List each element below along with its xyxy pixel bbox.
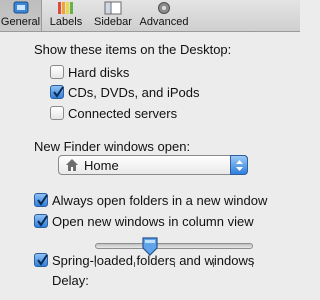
home-icon xyxy=(66,159,78,171)
tab-advanced[interactable]: Advanced xyxy=(138,0,190,31)
delay-label: Delay: xyxy=(52,273,89,288)
tab-general-label: General xyxy=(0,16,41,28)
column-view-label: Open new windows in column view xyxy=(52,214,254,229)
slider-tick xyxy=(95,262,96,267)
checkmark-icon xyxy=(37,215,48,227)
delay-slider-track[interactable] xyxy=(95,243,253,249)
slider-tick xyxy=(252,262,253,267)
tab-advanced-label: Advanced xyxy=(139,16,189,28)
connected-servers-label: Connected servers xyxy=(68,106,178,121)
tab-sidebar[interactable]: Sidebar xyxy=(90,0,136,31)
checkmark-icon xyxy=(37,194,48,206)
slider-tick xyxy=(134,262,135,267)
always-new-window-label: Always open folders in a new window xyxy=(52,193,268,208)
new-window-value: Home xyxy=(84,158,119,173)
slider-tick xyxy=(213,262,214,267)
slider-tick xyxy=(174,262,175,267)
cds-dvds-ipods-checkbox[interactable] xyxy=(50,85,64,99)
general-pane: Show these items on the Desktop: Hard di… xyxy=(0,33,300,300)
cds-dvds-ipods-label: CDs, DVDs, and iPods xyxy=(68,85,200,100)
hard-disks-label: Hard disks xyxy=(68,65,130,80)
spring-loaded-checkbox[interactable] xyxy=(34,253,48,267)
checkmark-icon xyxy=(37,254,48,266)
new-window-popup[interactable]: Home xyxy=(58,155,248,175)
gear-icon xyxy=(158,2,170,14)
checkmark-icon xyxy=(53,86,64,98)
desktop-items-heading: Show these items on the Desktop: xyxy=(34,42,232,57)
column-view-checkbox[interactable] xyxy=(34,214,48,228)
labels-icon xyxy=(58,2,73,14)
tab-sidebar-label: Sidebar xyxy=(94,16,132,28)
preferences-toolbar: General Labels Sidebar Advanced xyxy=(0,0,300,32)
sidebar-icon xyxy=(104,1,122,15)
chevron-updown-icon xyxy=(236,160,243,171)
delay-slider-knob[interactable] xyxy=(141,236,159,256)
tab-labels[interactable]: Labels xyxy=(44,0,88,31)
always-new-window-checkbox[interactable] xyxy=(34,193,48,207)
tab-general[interactable]: General xyxy=(0,0,42,31)
connected-servers-checkbox[interactable] xyxy=(50,106,64,120)
new-window-heading: New Finder windows open: xyxy=(34,139,191,154)
popup-arrows xyxy=(230,155,248,175)
hard-disks-checkbox[interactable] xyxy=(50,65,64,79)
general-icon xyxy=(13,1,28,14)
tab-labels-label: Labels xyxy=(49,16,83,28)
